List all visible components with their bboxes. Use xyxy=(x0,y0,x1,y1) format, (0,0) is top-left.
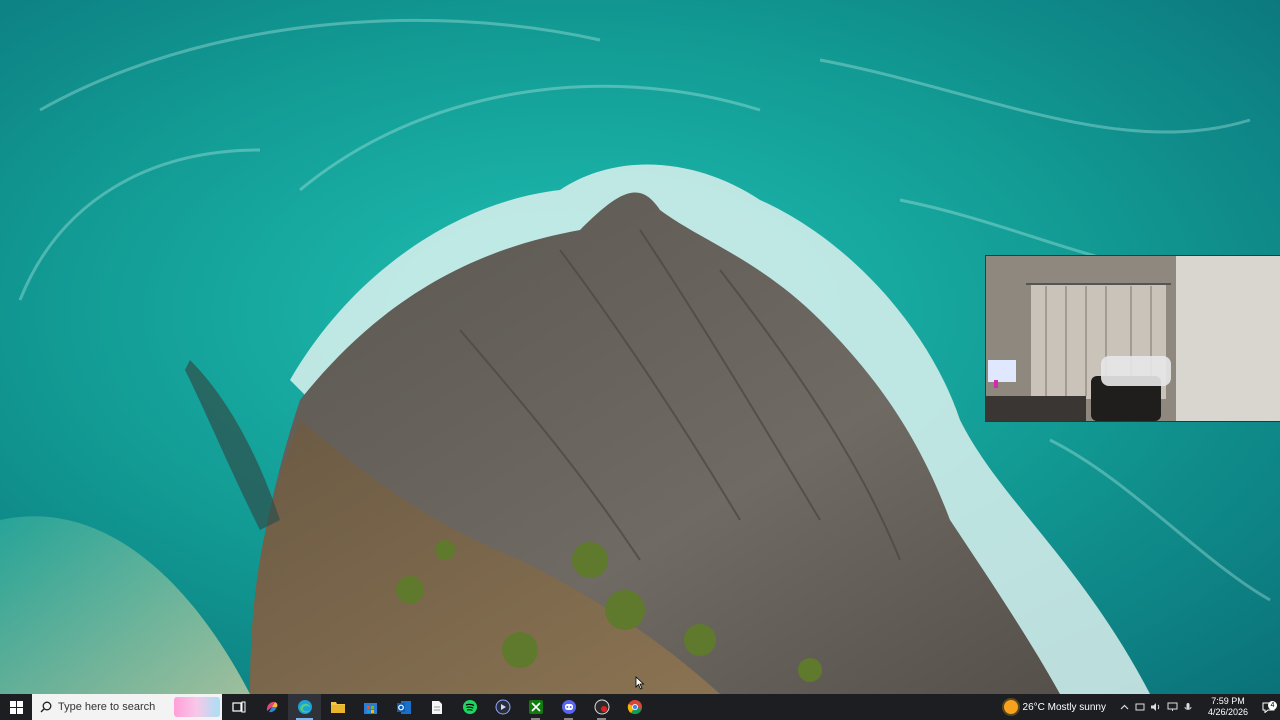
task-view-button[interactable] xyxy=(222,694,255,720)
copilot-icon xyxy=(266,701,277,713)
show-hidden-icons-button[interactable] xyxy=(1116,694,1132,720)
sun-icon xyxy=(1003,700,1018,714)
xbox-icon xyxy=(528,700,543,714)
start-button[interactable] xyxy=(0,694,32,720)
copilot-button[interactable] xyxy=(255,694,288,720)
network-button[interactable] xyxy=(1164,694,1180,720)
system-tray: 26°C Mostly sunny 7:59 PM 4/26/2026 4 xyxy=(1003,694,1280,720)
outlook-icon xyxy=(396,700,411,714)
search-icon xyxy=(40,701,52,713)
microphone-icon xyxy=(1184,702,1192,710)
xbox-button[interactable] xyxy=(519,694,552,720)
search-placeholder: Type here to search xyxy=(58,701,156,713)
file-explorer-button[interactable] xyxy=(321,694,354,720)
network-icon xyxy=(1167,702,1177,711)
weather-condition: Mostly sunny xyxy=(1047,701,1106,713)
webcam-overlay[interactable] xyxy=(985,255,1280,422)
tray-app-button[interactable] xyxy=(1132,694,1148,720)
notepad-button[interactable] xyxy=(420,694,453,720)
spotify-icon xyxy=(462,700,477,714)
weather-widget[interactable]: 26°C Mostly sunny xyxy=(1003,700,1106,714)
spotify-button[interactable] xyxy=(453,694,486,720)
play-icon xyxy=(495,699,510,715)
notification-count-badge: 4 xyxy=(1268,700,1277,710)
camera-tray-icon xyxy=(1135,703,1145,711)
task-view-icon xyxy=(231,701,245,713)
edge-icon xyxy=(297,700,312,714)
outlook-button[interactable] xyxy=(387,694,420,720)
document-icon xyxy=(431,700,442,714)
media-app-button[interactable] xyxy=(486,694,519,720)
obs-button[interactable] xyxy=(585,694,618,720)
store-icon xyxy=(364,702,377,714)
cursor-arrow-icon xyxy=(635,676,645,690)
discord-button[interactable] xyxy=(552,694,585,720)
speaker-icon xyxy=(1151,703,1160,711)
taskbar: Type here to search 26°C Mostly sunny 7:… xyxy=(0,694,1280,720)
chrome-icon xyxy=(627,700,642,715)
microphone-button[interactable] xyxy=(1180,694,1196,720)
discord-icon xyxy=(561,700,576,714)
taskbar-search-box[interactable]: Type here to search xyxy=(32,694,222,720)
webcam-feed-image xyxy=(986,256,1280,421)
folder-icon xyxy=(330,702,345,713)
search-highlight-image xyxy=(174,697,220,717)
edge-button[interactable] xyxy=(288,694,321,720)
chevron-up-icon xyxy=(1120,704,1128,710)
clock-time: 7:59 PM xyxy=(1211,696,1245,706)
weather-temp: 26°C xyxy=(1022,701,1045,713)
chrome-button[interactable] xyxy=(618,694,651,720)
taskbar-clock[interactable]: 7:59 PM 4/26/2026 xyxy=(1200,696,1256,718)
record-icon xyxy=(594,699,609,715)
volume-button[interactable] xyxy=(1148,694,1164,720)
notifications-button[interactable]: 4 xyxy=(1256,700,1280,713)
microsoft-store-button[interactable] xyxy=(354,694,387,720)
clock-date: 4/26/2026 xyxy=(1207,707,1249,717)
windows-logo-icon xyxy=(9,700,23,714)
